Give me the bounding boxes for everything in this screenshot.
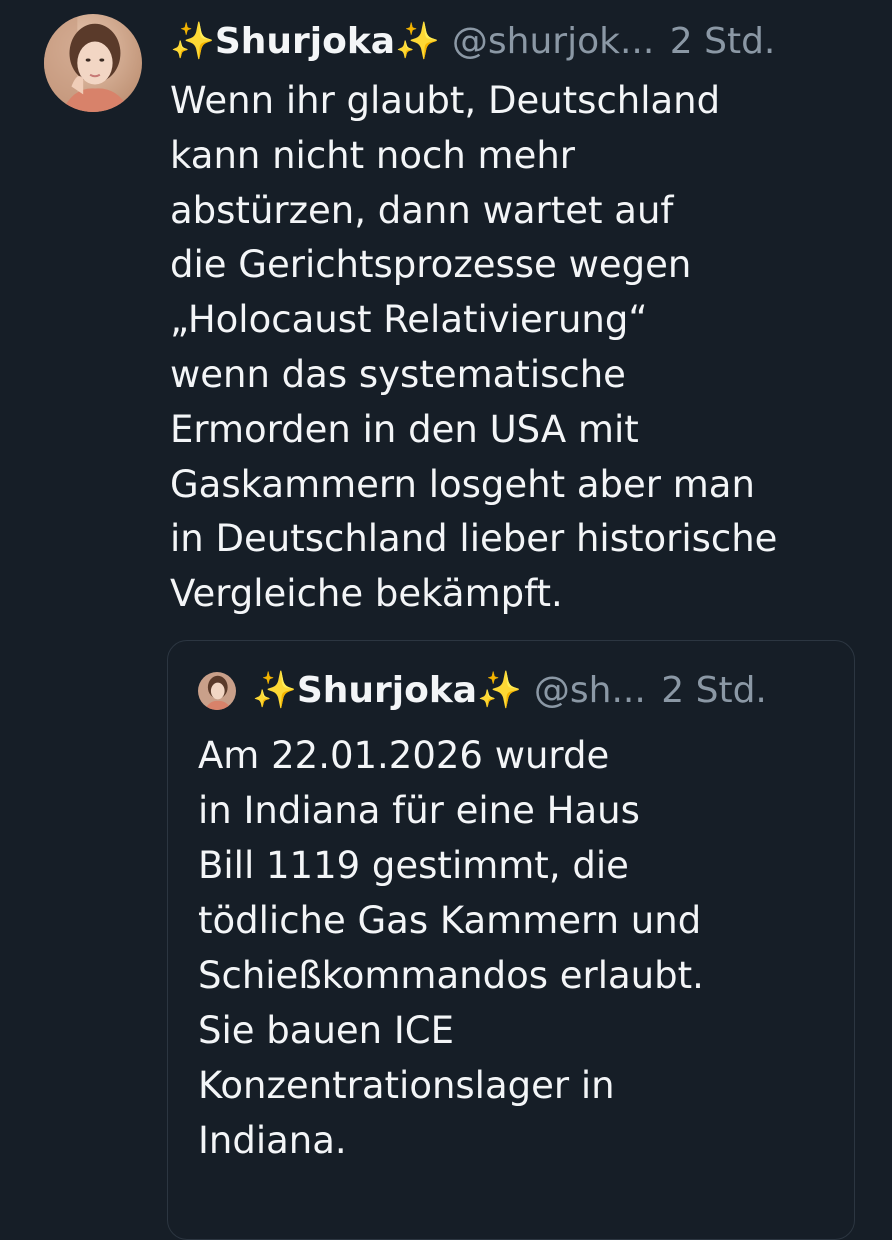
post-text-line: abstürzen, dann wartet auf — [170, 188, 674, 232]
quoted-author-handle[interactable]: @sh... — [534, 670, 646, 711]
sparkle-icon: ✨ — [477, 670, 522, 711]
post-text-line: wenn das systematische — [170, 352, 626, 396]
quoted-text-line: in Indiana für eine Haus — [198, 789, 640, 832]
user-avatar-icon — [198, 672, 236, 710]
post-text-line: die Gerichtsprozesse wegen — [170, 243, 692, 287]
quoted-text-line: Bill 1119 gestimmt, die — [198, 844, 629, 887]
quoted-post-header: ✨Shurjoka✨ @sh... 2 Std. — [252, 665, 842, 717]
quoted-text-line: Sie bauen ICE — [198, 1009, 455, 1052]
quoted-author-name[interactable]: Shurjoka — [297, 670, 477, 711]
post-text-line: Wenn ihr glaubt, Deutschland — [170, 79, 721, 122]
post-text-line: Gaskammern losgeht aber man — [170, 462, 755, 506]
avatar[interactable] — [44, 14, 142, 112]
author-name[interactable]: Shurjoka — [215, 21, 395, 62]
quoted-post-text: Am 22.01.2026 wurde in Indiana für eine … — [198, 728, 838, 1168]
quoted-avatar[interactable] — [198, 672, 236, 710]
sparkle-icon: ✨ — [395, 21, 440, 62]
quoted-text-line: Indiana. — [198, 1119, 347, 1162]
quoted-post-timestamp[interactable]: 2 Std. — [661, 670, 767, 711]
quoted-text-line: Schießkommandos erlaubt. — [198, 954, 704, 997]
post[interactable]: ✨Shurjoka✨ @shurjok... 2 Std. Wenn ihr gl… — [0, 0, 892, 1240]
post-timestamp[interactable]: 2 Std. — [670, 21, 776, 62]
post-header: ✨Shurjoka✨ @shurjok... 2 Std. — [170, 14, 870, 70]
sparkle-icon: ✨ — [170, 21, 215, 62]
author-handle[interactable]: @shurjok... — [452, 21, 654, 62]
user-avatar-icon — [44, 14, 142, 112]
quoted-post-card[interactable]: ✨Shurjoka✨ @sh... 2 Std. Am 22.01.2026 wu… — [167, 640, 855, 1240]
post-text-line: Ermorden in den USA mit — [170, 407, 639, 451]
post-text-line: Vergleiche bekämpft. — [170, 572, 563, 616]
quoted-text-line: tödliche Gas Kammern und — [198, 899, 702, 942]
post-text: Wenn ihr glaubt, Deutschland kann nicht … — [170, 74, 870, 622]
post-text-line: „Holocaust Relativierung“ — [170, 298, 648, 342]
quoted-text-line: Am 22.01.2026 wurde — [198, 734, 610, 777]
sparkle-icon: ✨ — [252, 670, 297, 711]
post-text-line: kann nicht noch mehr — [170, 133, 576, 177]
quoted-text-line: Konzentrationslager in — [198, 1064, 615, 1107]
post-text-line: in Deutschland lieber historische — [170, 517, 778, 561]
